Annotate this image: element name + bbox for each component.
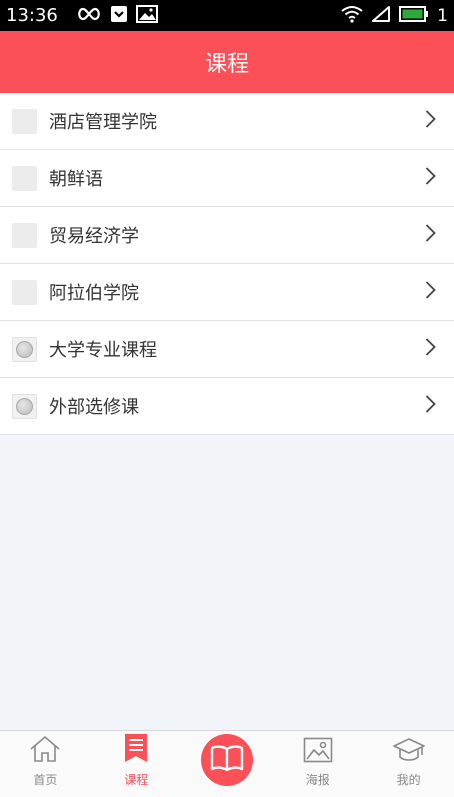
course-thumbnail bbox=[12, 222, 37, 248]
tab-courses[interactable]: 课程 bbox=[91, 731, 182, 797]
course-thumbnail bbox=[12, 165, 37, 191]
status-right: 1 bbox=[341, 5, 448, 27]
status-time: 13:36 bbox=[6, 5, 58, 26]
wifi-icon bbox=[341, 5, 363, 27]
status-left: 13:36 bbox=[6, 4, 158, 27]
battery-icon bbox=[399, 5, 429, 26]
page-title: 课程 bbox=[204, 52, 249, 77]
chevron-right-icon bbox=[425, 167, 436, 190]
course-item-university-majors[interactable]: 大学专业课程 bbox=[0, 321, 454, 378]
course-list: 酒店管理学院 朝鲜语 贸易经济学 阿拉伯学院 大学专业课程 外部选修课 bbox=[0, 93, 454, 435]
course-label: 朝鲜语 bbox=[49, 169, 103, 190]
tab-courses-label: 课程 bbox=[124, 773, 149, 787]
chevron-right-icon bbox=[425, 224, 436, 247]
image-placeholder-icon bbox=[16, 340, 33, 358]
chevron-right-icon bbox=[425, 110, 436, 133]
tab-home-label: 首页 bbox=[33, 773, 58, 787]
course-label: 阿拉伯学院 bbox=[49, 283, 139, 304]
course-list-icon bbox=[124, 733, 148, 767]
open-book-icon bbox=[210, 745, 244, 775]
chevron-right-icon bbox=[425, 281, 436, 304]
course-thumbnail-image bbox=[12, 393, 37, 419]
course-item-hotel-management[interactable]: 酒店管理学院 bbox=[0, 93, 454, 150]
header-bar: 课程 bbox=[0, 31, 454, 93]
tab-mine-label: 我的 bbox=[396, 773, 421, 787]
tab-posters-label: 海报 bbox=[305, 773, 330, 787]
tab-mine[interactable]: 我的 bbox=[363, 731, 454, 797]
course-label: 外部选修课 bbox=[49, 397, 139, 418]
tab-posters[interactable]: 海报 bbox=[272, 731, 363, 797]
center-book-button[interactable] bbox=[200, 734, 253, 786]
graduation-cap-icon bbox=[392, 737, 426, 767]
course-thumbnail bbox=[12, 279, 37, 305]
course-item-trade-economics[interactable]: 贸易经济学 bbox=[0, 207, 454, 264]
battery-level: 1 bbox=[437, 5, 448, 26]
picture-icon bbox=[303, 737, 333, 767]
course-thumbnail-image bbox=[12, 336, 37, 362]
course-label: 贸易经济学 bbox=[49, 226, 139, 247]
bottom-tab-bar: 首页 课程 海报 我的 bbox=[0, 730, 454, 797]
status-bar: 13:36 1 bbox=[0, 0, 454, 31]
course-thumbnail bbox=[12, 108, 37, 134]
course-label: 大学专业课程 bbox=[49, 340, 157, 361]
course-item-korean[interactable]: 朝鲜语 bbox=[0, 150, 454, 207]
image-notification-icon bbox=[135, 4, 158, 27]
infinity-icon bbox=[76, 6, 102, 25]
pocket-icon bbox=[110, 5, 128, 27]
home-icon bbox=[29, 735, 61, 767]
course-item-external-electives[interactable]: 外部选修课 bbox=[0, 378, 454, 435]
tab-center-book[interactable] bbox=[182, 731, 273, 797]
course-label: 酒店管理学院 bbox=[49, 112, 157, 133]
chevron-right-icon bbox=[425, 338, 436, 361]
image-placeholder-icon bbox=[16, 397, 33, 415]
course-item-arabic[interactable]: 阿拉伯学院 bbox=[0, 264, 454, 321]
tab-home[interactable]: 首页 bbox=[0, 731, 91, 797]
chevron-right-icon bbox=[425, 395, 436, 418]
signal-icon bbox=[371, 5, 391, 27]
